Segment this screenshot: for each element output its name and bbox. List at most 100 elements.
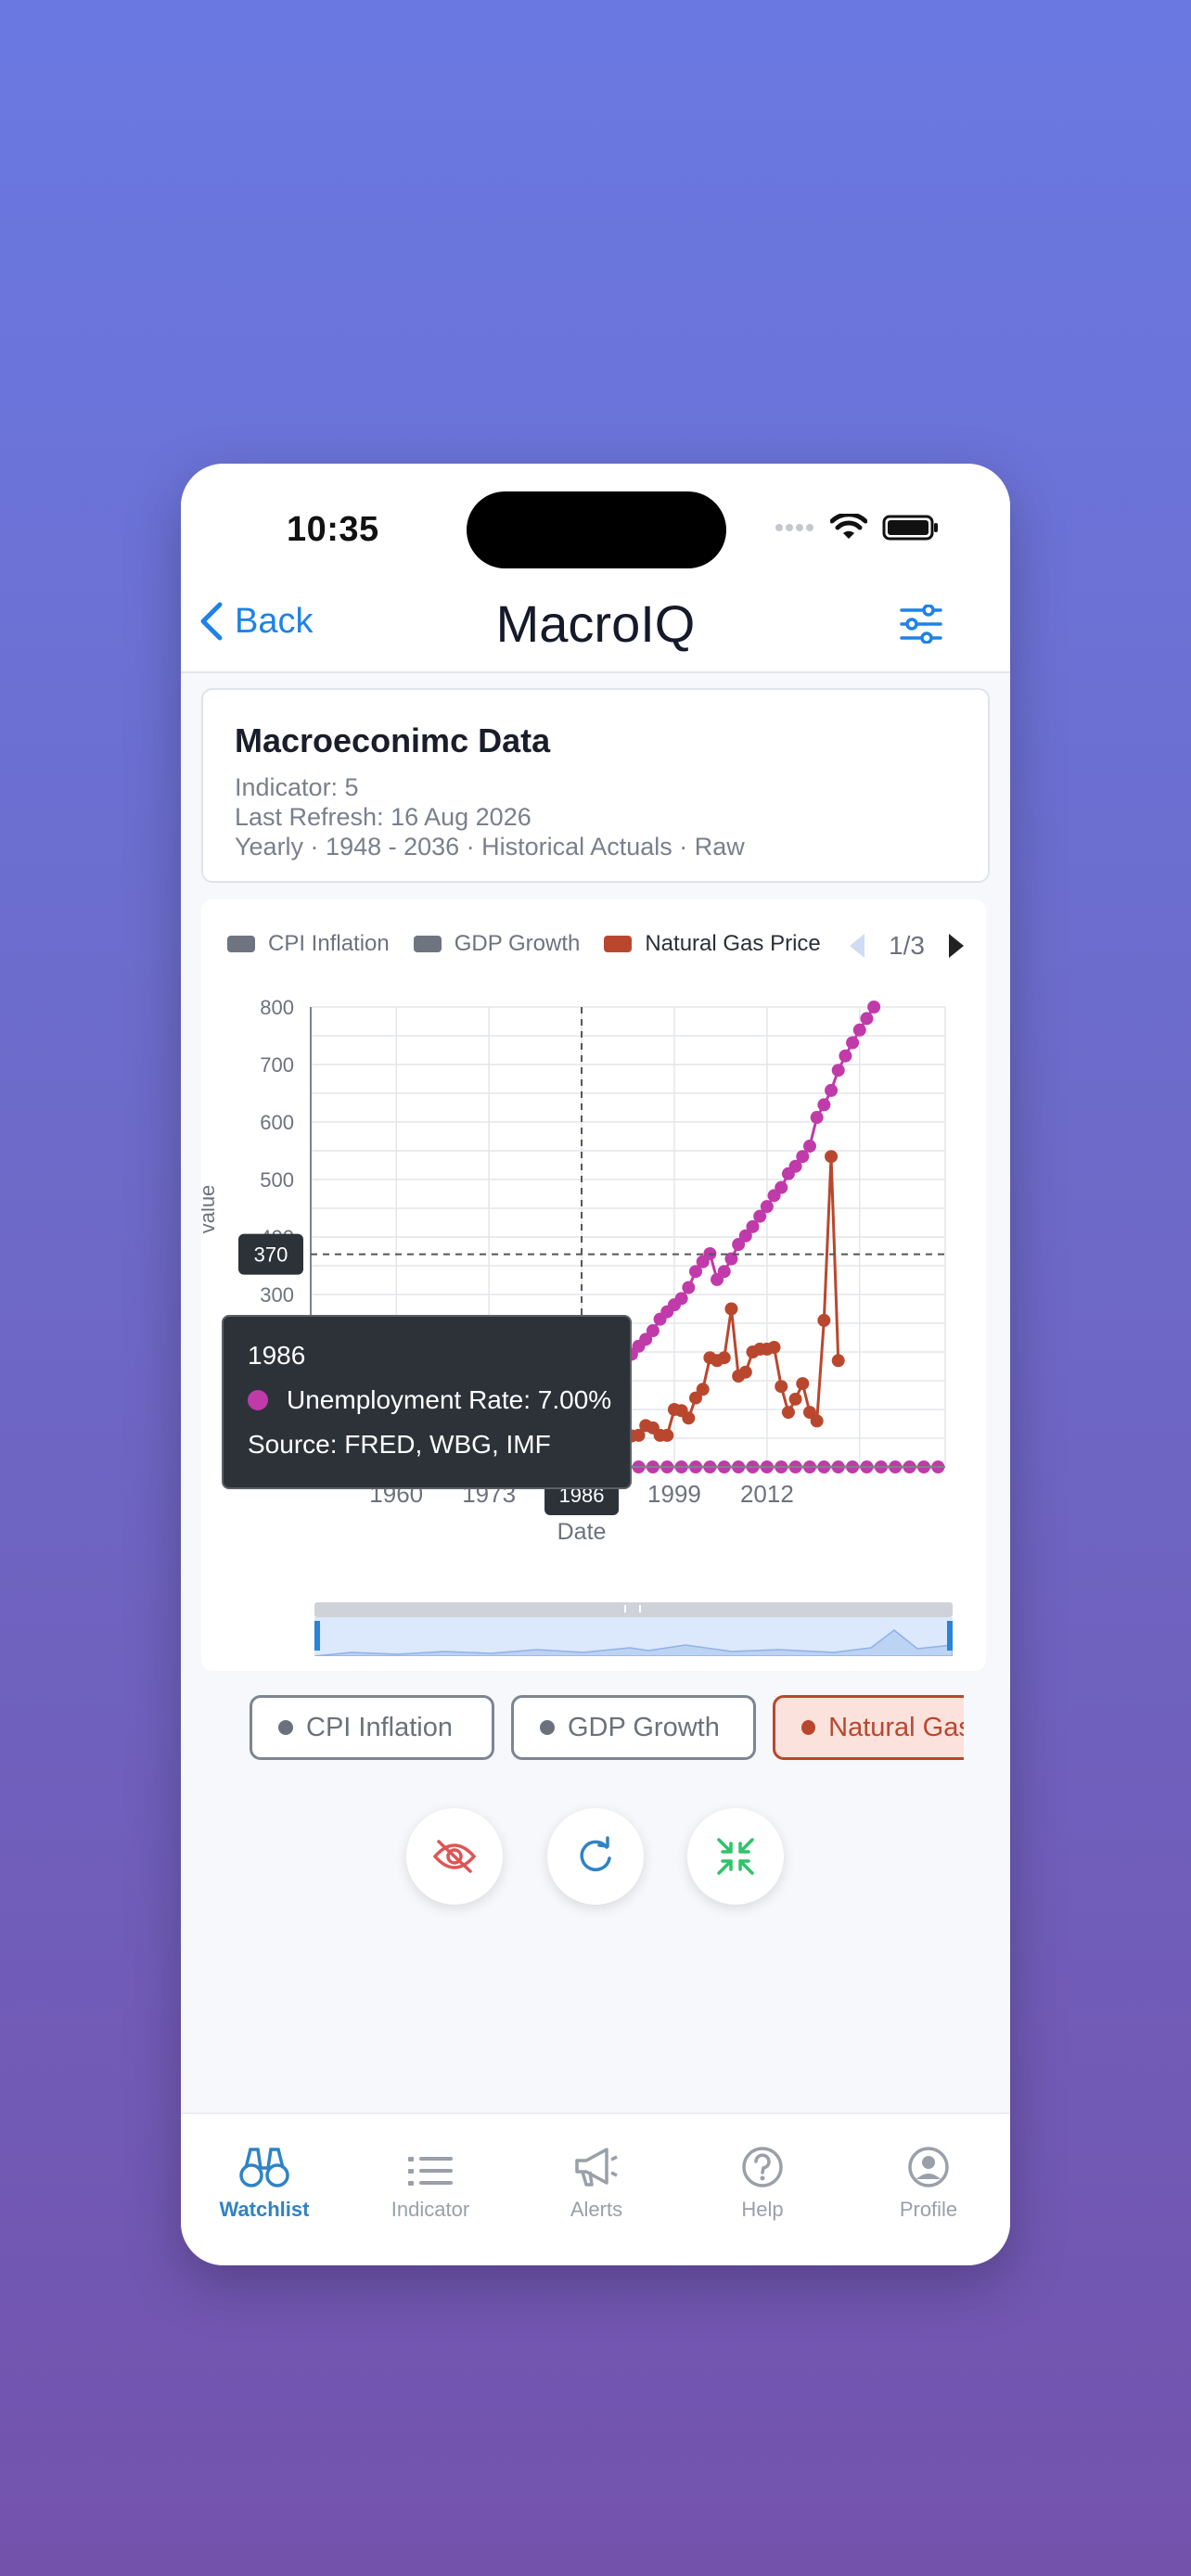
data-point	[810, 1414, 824, 1428]
profile-icon	[908, 2147, 949, 2187]
data-point	[696, 1383, 710, 1396]
data-point	[660, 1428, 674, 1442]
crosshair-y-value: 370	[254, 1243, 288, 1267]
data-point	[825, 1150, 839, 1164]
data-point	[682, 1411, 696, 1425]
chip-label: CPI Inflation	[306, 1712, 453, 1742]
data-point	[839, 1049, 852, 1063]
info-title: Macroeconimc Data	[235, 721, 551, 759]
filter-button[interactable]	[899, 604, 943, 648]
data-point	[788, 1392, 802, 1406]
y-tick-label: 300	[260, 1283, 294, 1307]
data-point	[646, 1324, 660, 1338]
tab-label: Profile	[899, 2198, 958, 2221]
data-point	[831, 1064, 845, 1078]
data-point	[760, 1200, 774, 1214]
line-chart[interactable]: 80070060050040030019601973198619992012Da…	[201, 899, 986, 1671]
refresh-icon	[580, 1836, 611, 1872]
data-point	[717, 1265, 731, 1279]
data-point	[831, 1354, 845, 1368]
data-point	[852, 1023, 866, 1037]
y-axis-label: value	[201, 1185, 219, 1234]
eye-off-icon	[432, 1840, 477, 1873]
dynamic-island	[467, 491, 726, 568]
y-tick-label: 500	[260, 1168, 294, 1192]
data-point	[738, 1365, 752, 1379]
collapse-button[interactable]	[687, 1808, 784, 1905]
data-point	[802, 1140, 816, 1154]
tab-bar: Watchlist Indicator Alerts Help Profile	[181, 2112, 1010, 2265]
data-point	[810, 1111, 824, 1125]
y-tick-label: 700	[260, 1053, 294, 1077]
chip-cpi-inflation[interactable]: CPI Inflation	[250, 1695, 494, 1760]
sliders-icon	[900, 604, 942, 644]
tooltip-year: 1986	[248, 1341, 306, 1370]
binoculars-icon	[239, 2148, 289, 2187]
y-tick-label: 600	[260, 1111, 294, 1134]
status-icons	[775, 514, 940, 542]
data-point	[796, 1377, 810, 1391]
data-point	[867, 1001, 881, 1014]
tab-profile[interactable]: Profile	[846, 2131, 1010, 2222]
signal-dots-icon	[775, 524, 813, 531]
data-point	[674, 1292, 688, 1306]
data-point	[682, 1281, 696, 1294]
tab-label: Indicator	[391, 2198, 470, 2221]
refresh-button[interactable]	[547, 1808, 644, 1905]
data-point	[717, 1351, 731, 1365]
hide-series-button[interactable]	[406, 1808, 503, 1905]
range-slider-grip-icon	[624, 1605, 641, 1613]
chip-natural-gas-price[interactable]: Natural Gas Price	[773, 1695, 964, 1760]
data-point	[767, 1341, 781, 1355]
series-chips: CPI Inflation GDP Growth Natural Gas Pri…	[248, 1695, 964, 1766]
series-line	[617, 1156, 840, 1438]
status-time: 10:35	[287, 510, 379, 549]
megaphone-icon	[575, 2148, 618, 2187]
chip-gdp-growth[interactable]: GDP Growth	[511, 1695, 756, 1760]
range-slider-preview	[314, 1617, 953, 1656]
tab-label: Watchlist	[219, 2198, 310, 2221]
range-slider[interactable]	[314, 1602, 953, 1656]
x-axis-label: Date	[557, 1519, 607, 1545]
chip-dot	[540, 1720, 555, 1735]
list-icon	[408, 2157, 453, 2186]
tab-indicator[interactable]: Indicator	[348, 2131, 513, 2222]
data-point	[775, 1380, 788, 1394]
y-tick-label: 800	[260, 996, 294, 1019]
tab-watchlist[interactable]: Watchlist	[182, 2131, 347, 2222]
data-point	[825, 1083, 839, 1097]
tooltip-series-value: Unemployment Rate: 7.00%	[287, 1385, 612, 1414]
chart-tooltip: 1986 Unemployment Rate: 7.00% Source: FR…	[222, 1315, 632, 1489]
tab-label: Alerts	[570, 2198, 623, 2221]
tooltip-source: Source: FRED, WBG, IMF	[248, 1430, 551, 1459]
data-point	[775, 1180, 788, 1194]
tab-alerts[interactable]: Alerts	[514, 2131, 679, 2222]
chip-dot	[801, 1720, 816, 1735]
chip-label: GDP Growth	[568, 1712, 720, 1742]
x-tick-label: 2012	[740, 1480, 794, 1508]
chip-dot	[278, 1720, 293, 1735]
top-bar: 10:35 Back MacroIQ	[181, 464, 1010, 673]
page-title: MacroIQ	[495, 594, 696, 653]
info-last-refresh: Last Refresh: 16 Aug 2026	[235, 803, 531, 831]
info-summary: Yearly · 1948 - 2036 · Historical Actual…	[235, 833, 745, 861]
info-indicator: Indicator: 5	[235, 773, 359, 801]
info-card: Macroeconimc Data Indicator: 5 Last Refr…	[201, 688, 990, 883]
phone-screen: 10:35 Back MacroIQ Macroeconimc Data Ind…	[181, 464, 1010, 2265]
tab-label: Help	[741, 2198, 784, 2221]
data-point	[781, 1406, 795, 1420]
help-icon	[742, 2147, 783, 2187]
data-point	[860, 1012, 874, 1026]
data-point	[846, 1036, 860, 1050]
data-point	[817, 1313, 831, 1327]
battery-icon	[882, 515, 938, 541]
chip-label: Natural Gas Price	[828, 1712, 964, 1742]
data-point	[817, 1098, 831, 1112]
tab-help[interactable]: Help	[680, 2131, 845, 2222]
tooltip-series-row: Unemployment Rate: 7.00%	[248, 1385, 611, 1415]
x-tick-label: 1999	[647, 1480, 701, 1508]
compress-arrows-icon	[717, 1838, 754, 1875]
tooltip-series-dot	[248, 1390, 268, 1410]
data-point	[724, 1302, 738, 1316]
wifi-icon	[830, 514, 867, 539]
